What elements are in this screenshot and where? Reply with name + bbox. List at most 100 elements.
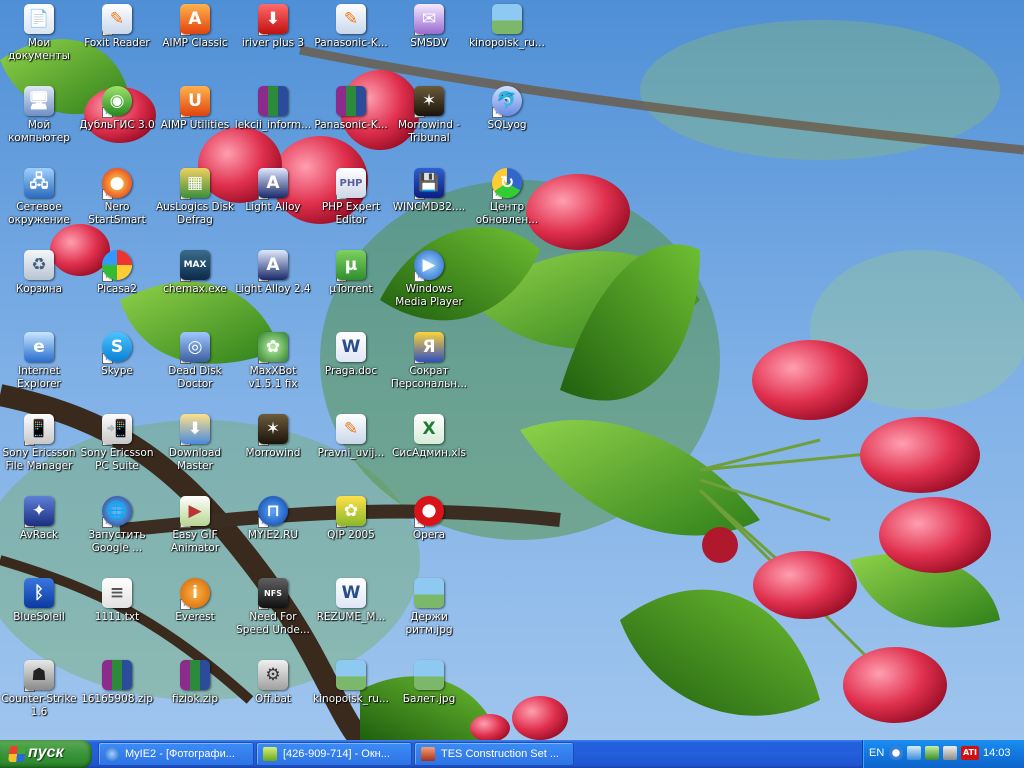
desktop-icon-auslogics-disk-defrag[interactable]: ↗▦AusLogics Disk Defrag	[156, 164, 234, 244]
chemax-icon: MAX	[180, 250, 210, 280]
desktop-icon-label: Windows Media Player	[395, 283, 463, 308]
taskbar-button-tes[interactable]: TES Construction Set ...	[414, 742, 574, 766]
taskbar-button-myie2[interactable]: MyIE2 - [Фотографи...	[98, 742, 254, 766]
desktop-icon-qip-2005[interactable]: ↗✿QIP 2005	[312, 492, 390, 572]
desktop-icon-sqlyog[interactable]: ↗🐬SQLyog	[468, 82, 546, 162]
desktop-icon-moi-dokumenty[interactable]: 📄 Мои документы	[0, 0, 78, 80]
desktop-icon-centr-obnovleniy[interactable]: ↗↻Центр обновлен...	[468, 164, 546, 244]
desktop-icon-sony-ericsson-file-manager[interactable]: ↗📱Sony Ericsson File Manager	[0, 410, 78, 490]
desktop-icon-label: Запустить Google ...	[88, 529, 146, 554]
total-commander-icon: 💾	[414, 168, 444, 198]
hardware-icon[interactable]	[925, 746, 939, 760]
desktop-icon-wincmd32[interactable]: ↗💾WINCMD32....	[390, 164, 468, 244]
network-icon[interactable]	[907, 746, 921, 760]
desktop-icon-need-for-speed[interactable]: ↗NFSNeed For Speed Unde...	[234, 574, 312, 654]
sqlyog-icon: 🐬	[492, 86, 522, 116]
nero-icon: ●	[102, 168, 132, 198]
desktop-icon-kinopoisk-ru-1[interactable]: kinopoisk_ru...	[468, 0, 546, 80]
taskbar-button-icq[interactable]: [426-909-714] - Окн...	[256, 742, 412, 766]
ati-icon[interactable]: ATI	[961, 746, 979, 760]
desktop-icon-smsdv[interactable]: ↗✉SMSDV	[390, 0, 468, 80]
desktop-icon-label: 16165908.zip	[81, 693, 153, 705]
desktop-icon-label: Counter-Strike 1.6	[1, 693, 77, 718]
desktop-icon-opera[interactable]: ↗Opera	[390, 492, 468, 572]
nfs-icon: NFS	[258, 578, 288, 608]
desktop-icon-label: MYIE2.RU	[247, 529, 299, 541]
desktop-icon-download-master[interactable]: ↗⬇Download Master	[156, 410, 234, 490]
desktop-icon-korzina[interactable]: ♻ Корзина	[0, 246, 78, 326]
desktop-icon-internet-explorer[interactable]: e Internet Explorer	[0, 328, 78, 408]
desktop-icon-label: kinopoisk_ru...	[313, 693, 389, 705]
desktop-icon-kinopoisk-ru-2[interactable]: kinopoisk_ru...	[312, 656, 390, 736]
desktop-icon-1111-txt[interactable]: ≡ 1111.txt	[78, 574, 156, 654]
language-indicator[interactable]: EN	[869, 747, 884, 759]
desktop-icon-aimp-classic[interactable]: ↗AAIMP Classic	[156, 0, 234, 80]
desktop-icon-avrack[interactable]: ↗✦AvRack	[0, 492, 78, 572]
desktop-icon-derzhi-ritm-jpg[interactable]: Держи ритм.jpg	[390, 574, 468, 654]
opera-icon	[414, 496, 444, 526]
arrow-left-icon[interactable]	[889, 746, 903, 760]
desktop-icon-counter-strike[interactable]: ↗☗Counter-Strike 1.6	[0, 656, 78, 736]
desktop-icon-maxxbot[interactable]: ↗✿MaxXBot v1.5.1 fix	[234, 328, 312, 408]
desktop-icon-myie2-ru[interactable]: ↗⊓MYIE2.RU	[234, 492, 312, 572]
clock[interactable]: 14:03	[983, 747, 1011, 759]
desktop-icon-label: PHP Expert Editor	[321, 201, 381, 226]
desktop-icon-sisadmin-xls[interactable]: X СисАдмин.xls	[390, 410, 468, 490]
desktop-icon-fiziok-zip[interactable]: fiziok.zip	[156, 656, 234, 736]
desktop-icon-easy-gif-animator[interactable]: ↗▶Easy GIF Animator	[156, 492, 234, 572]
desktop-icon-praga-doc[interactable]: W Praga.doc	[312, 328, 390, 408]
desktop-icon-moi-kompyuter[interactable]: 🖥 Мой компьютер	[0, 82, 78, 162]
image-file-icon	[492, 4, 522, 34]
qip-icon: ✿	[336, 496, 366, 526]
desktop-icon-everest[interactable]: ↗iEverest	[156, 574, 234, 654]
desktop-icon-morrowind-tribunal[interactable]: ↗✶Morrowind - Tribunal	[390, 82, 468, 162]
desktop-icon-setevoe-okruzhenie[interactable]: 🖧 Сетевое окружение	[0, 164, 78, 244]
avrack-icon: ✦	[24, 496, 54, 526]
desktop-icon-skype[interactable]: ↗SSkype	[78, 328, 156, 408]
desktop-icon-off-bat[interactable]: ⚙ Off.bat	[234, 656, 312, 736]
desktop-icon-lekcii-inform[interactable]: lekcii_inform...	[234, 82, 312, 162]
desktop-icon-bluesoleil[interactable]: ᛒ BlueSoleil	[0, 574, 78, 654]
desktop-icon-utorrent[interactable]: ↗µµTorrent	[312, 246, 390, 326]
desktop-icon-label: AIMP Classic	[162, 37, 228, 49]
excel-document-icon: X	[414, 414, 444, 444]
desktop-icon-sony-ericsson-pc-suite[interactable]: ↗📲Sony Ericsson PC Suite	[78, 410, 156, 490]
start-button[interactable]: пуск	[0, 740, 92, 768]
desktop-icon-php-expert-editor[interactable]: ↗PHPPHP Expert Editor	[312, 164, 390, 244]
desktop-icon-rezume-m[interactable]: W REZUME_M...	[312, 574, 390, 654]
desktop-icon-nero-startsmart[interactable]: ↗●Nero StartSmart	[78, 164, 156, 244]
taskbar-button-title: [426-909-714] - Окн...	[283, 748, 390, 760]
desktop-icon-label: Skype	[101, 365, 133, 377]
desktop-icon-panasonic-k-1[interactable]: ✎ Panasonic-K...	[312, 0, 390, 80]
desktop-icon-label: Держи ритм.jpg	[405, 611, 453, 636]
documents-icon: 📄	[24, 4, 54, 34]
desktop-icon-picasa2[interactable]: ↗Picasa2	[78, 246, 156, 326]
start-button-label: пуск	[28, 744, 64, 761]
desktop-icon-chemax-exe[interactable]: ↗MAXchemax.exe	[156, 246, 234, 326]
desktop-icon-sokrat[interactable]: ↗ЯСократ Персональн...	[390, 328, 468, 408]
desktop-icon-light-alloy-2-4[interactable]: ↗ALight Alloy 2.4	[234, 246, 312, 326]
desktop-icon-16165908-zip[interactable]: 16165908.zip	[78, 656, 156, 736]
word-document-icon: W	[336, 578, 366, 608]
sokrat-icon: Я	[414, 332, 444, 362]
desktop-icon-panasonic-k-2[interactable]: Panasonic-K...	[312, 82, 390, 162]
php-editor-icon: PHP	[336, 168, 366, 198]
morrowind-icon: ✶	[414, 86, 444, 116]
zip-archive-icon	[180, 660, 210, 690]
desktop-icon-pravni-uvij[interactable]: ✎ Pravni_uvij...	[312, 410, 390, 490]
desktop-icon-light-alloy[interactable]: ↗ALight Alloy	[234, 164, 312, 244]
desktop-icon-iriver-plus-3[interactable]: ↗⬇iriver plus 3	[234, 0, 312, 80]
desktop-icon-foxit-reader[interactable]: ↗✎Foxit Reader	[78, 0, 156, 80]
desktop-icon-zapustit-google[interactable]: ↗🌐Запустить Google ...	[78, 492, 156, 572]
desktop-icon-balet-jpg[interactable]: Балет.jpg	[390, 656, 468, 736]
image-file-icon	[414, 660, 444, 690]
desktop-icon-windows-media-player[interactable]: ↗▶Windows Media Player	[390, 246, 468, 326]
desktop-icon-dublgis[interactable]: ↗◉ДубльГИС 3.0	[78, 82, 156, 162]
desktop-icon-label: Internet Explorer	[17, 365, 61, 390]
taskbar-button-title: MyIE2 - [Фотографи...	[125, 748, 235, 760]
desktop-icon-aimp-utilities[interactable]: ↗UAIMP Utilities	[156, 82, 234, 162]
desktop-icon-morrowind[interactable]: ↗✶Morrowind	[234, 410, 312, 490]
volume-icon[interactable]	[943, 746, 957, 760]
desktop-icon-dead-disk-doctor[interactable]: ↗◎Dead Disk Doctor	[156, 328, 234, 408]
desktop-icon-label: AvRack	[19, 529, 59, 541]
